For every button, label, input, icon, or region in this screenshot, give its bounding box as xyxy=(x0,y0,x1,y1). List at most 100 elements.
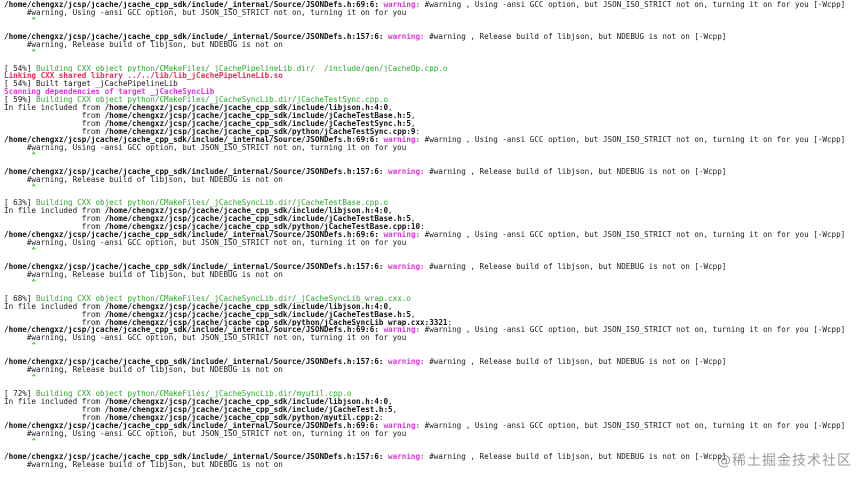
output-text: [ 72%] xyxy=(4,389,37,398)
terminal-output[interactable]: /home/chengxz/jcsp/jcache/jcache_cpp_sdk… xyxy=(4,1,862,469)
site-watermark: @稀土掘金技术社区 xyxy=(717,453,852,469)
output-text: from xyxy=(4,215,105,224)
warning-label: warning: xyxy=(388,167,430,176)
output-text: , xyxy=(388,207,393,216)
terminal-line: In file included from /home/chengxz/jcsp… xyxy=(4,207,862,215)
file-path: /home/chengxz/jcsp/jcache/jcache_cpp_sdk… xyxy=(104,207,389,216)
output-text: #warning, Release build of libjson, but … xyxy=(4,461,283,470)
output-text: from xyxy=(4,112,105,121)
output-text: , xyxy=(410,120,416,128)
terminal-line: #warning, Release build of libjson, but … xyxy=(4,366,862,374)
output-text: : xyxy=(447,318,453,327)
linking-text: Linking CXX shared library ../../lib/lib… xyxy=(4,72,283,81)
terminal-line: ^ xyxy=(4,152,862,160)
output-text: from xyxy=(4,405,105,414)
output-text: #warning, Release build of libjson, but … xyxy=(4,175,283,184)
output-text: #warning , Using -ansi GCC option, but J… xyxy=(424,421,846,430)
file-path: /home/chengxz/jcsp/jcache/jcache_cpp_sdk… xyxy=(104,397,389,406)
output-text: , xyxy=(392,405,398,414)
file-path: /home/chengxz/jcsp/jcache/jcache_cpp_sdk… xyxy=(104,413,379,422)
terminal-line: /home/chengxz/jcsp/jcache/jcache_cpp_sdk… xyxy=(4,231,862,239)
terminal-line: from /home/chengxz/jcsp/jcache/jcache_cp… xyxy=(4,319,862,327)
output-text: , xyxy=(388,397,393,406)
output-text: #warning, Using -ansi GCC option, but JS… xyxy=(4,429,407,438)
terminal-line: ^ xyxy=(4,184,862,192)
output-text: , xyxy=(388,302,393,311)
file-path: /home/chengxz/jcsp/jcache/jcache_cpp_sdk… xyxy=(4,135,384,144)
caret-marker: ^ xyxy=(4,151,37,160)
terminal-line: ^ xyxy=(4,49,862,57)
file-path: /home/chengxz/jcsp/jcache/jcache_cpp_sdk… xyxy=(104,112,411,121)
file-path: /home/chengxz/jcsp/jcache/jcache_cpp_sdk… xyxy=(4,231,384,240)
file-path: /home/chengxz/jcsp/jcache/jcache_cpp_sdk… xyxy=(4,453,389,462)
terminal-line: /home/chengxz/jcsp/jcache/jcache_cpp_sdk… xyxy=(4,136,862,144)
file-path: /home/chengxz/jcsp/jcache/jcache_cpp_sdk… xyxy=(104,104,389,113)
terminal-line: [ 72%] Building CXX object python/CMakeF… xyxy=(4,390,862,398)
warning-label: warning: xyxy=(383,135,425,144)
file-path: /home/chengxz/jcsp/jcache/jcache_cpp_sdk… xyxy=(4,167,389,176)
file-path: /home/chengxz/jcsp/jcache/jcache_cpp_sdk… xyxy=(4,1,384,9)
terminal-line: #warning, Using -ansi GCC option, but JS… xyxy=(4,239,862,247)
terminal-line: ^ xyxy=(4,247,862,255)
terminal-line: /home/chengxz/jcsp/jcache/jcache_cpp_sdk… xyxy=(4,33,862,41)
warning-label: warning: xyxy=(388,262,430,271)
terminal-line: from /home/chengxz/jcsp/jcache/jcache_cp… xyxy=(4,112,862,120)
terminal-line: Scanning dependencies of target _jCacheS… xyxy=(4,88,862,96)
output-text: #warning, Using -ansi GCC option, but JS… xyxy=(4,8,407,17)
caret-marker: ^ xyxy=(4,48,37,57)
terminal-line: [ 54%] Built target _jCachePipelineLib xyxy=(4,80,862,88)
terminal-line: ^ xyxy=(4,438,862,446)
caret-marker: ^ xyxy=(4,374,37,382)
terminal-line: [ 63%] Building CXX object python/CMakeF… xyxy=(4,199,862,207)
output-text: #warning , Using -ansi GCC option, but J… xyxy=(424,135,846,144)
output-text: , xyxy=(388,104,393,113)
warning-label: warning: xyxy=(388,358,430,367)
terminal-line: ^ xyxy=(4,279,862,287)
output-text: : xyxy=(378,413,384,422)
terminal-line: #warning, Release build of libjson, but … xyxy=(4,176,862,184)
terminal-line: In file included from /home/chengxz/jcsp… xyxy=(4,398,862,406)
terminal-line: /home/chengxz/jcsp/jcache/jcache_cpp_sdk… xyxy=(4,326,862,334)
output-text: [ 59%] xyxy=(4,96,37,105)
output-text: In file included from xyxy=(4,104,105,113)
output-text: In file included from xyxy=(4,207,105,216)
build-step-text: Building CXX object python/CMakeFiles/_j… xyxy=(36,96,389,105)
terminal-line: /home/chengxz/jcsp/jcache/jcache_cpp_sdk… xyxy=(4,168,862,176)
output-text: [ 54%] xyxy=(4,64,37,73)
output-text: #warning , Using -ansi GCC option, but J… xyxy=(424,326,846,335)
terminal-line: from /home/chengxz/jcsp/jcache/jcache_cp… xyxy=(4,223,862,231)
terminal-line: #warning, Using -ansi GCC option, but JS… xyxy=(4,430,862,438)
file-path: /home/chengxz/jcsp/jcache/jcache_cpp_sdk… xyxy=(104,128,416,136)
warning-label: warning: xyxy=(383,326,425,335)
output-text: #warning , Using -ansi GCC option, but J… xyxy=(424,231,846,240)
output-text: , xyxy=(410,310,416,319)
warning-label: warning: xyxy=(388,32,430,41)
terminal-line: #warning, Release build of libjson, but … xyxy=(4,41,862,49)
terminal-line: from /home/chengxz/jcsp/jcache/jcache_cp… xyxy=(4,311,862,319)
warning-label: warning: xyxy=(383,421,425,430)
terminal-line: from /home/chengxz/jcsp/jcache/jcache_cp… xyxy=(4,215,862,223)
terminal-line: from /home/chengxz/jcsp/jcache/jcache_cp… xyxy=(4,120,862,128)
output-text: from xyxy=(4,318,105,327)
terminal-line: In file included from /home/chengxz/jcsp… xyxy=(4,104,862,112)
output-text: #warning , Using -ansi GCC option, but J… xyxy=(424,1,846,9)
output-text: : xyxy=(415,128,421,136)
output-text: In file included from xyxy=(4,302,105,311)
output-text: #warning, Release build of libjson, but … xyxy=(4,40,283,49)
terminal-line: #warning, Using -ansi GCC option, but JS… xyxy=(4,334,862,342)
build-step-text: Building CXX object python/CMakeFiles/_j… xyxy=(36,294,411,303)
output-text: #warning , Release build of libjson, but… xyxy=(429,262,727,271)
output-text: [ 68%] xyxy=(4,294,37,303)
terminal-line: [ 54%] Building CXX object python/CMakeF… xyxy=(4,65,862,73)
output-text: #warning , Release build of libjson, but… xyxy=(429,32,727,41)
file-path: /home/chengxz/jcsp/jcache/jcache_cpp_sdk… xyxy=(104,120,411,128)
build-step-text: Building CXX object python/CMakeFiles/_j… xyxy=(36,199,389,208)
file-path: /home/chengxz/jcsp/jcache/jcache_cpp_sdk… xyxy=(104,223,421,232)
scanning-text: Scanning dependencies of target _jCacheS… xyxy=(4,88,215,97)
terminal-line: #warning, Using -ansi GCC option, but JS… xyxy=(4,144,862,152)
